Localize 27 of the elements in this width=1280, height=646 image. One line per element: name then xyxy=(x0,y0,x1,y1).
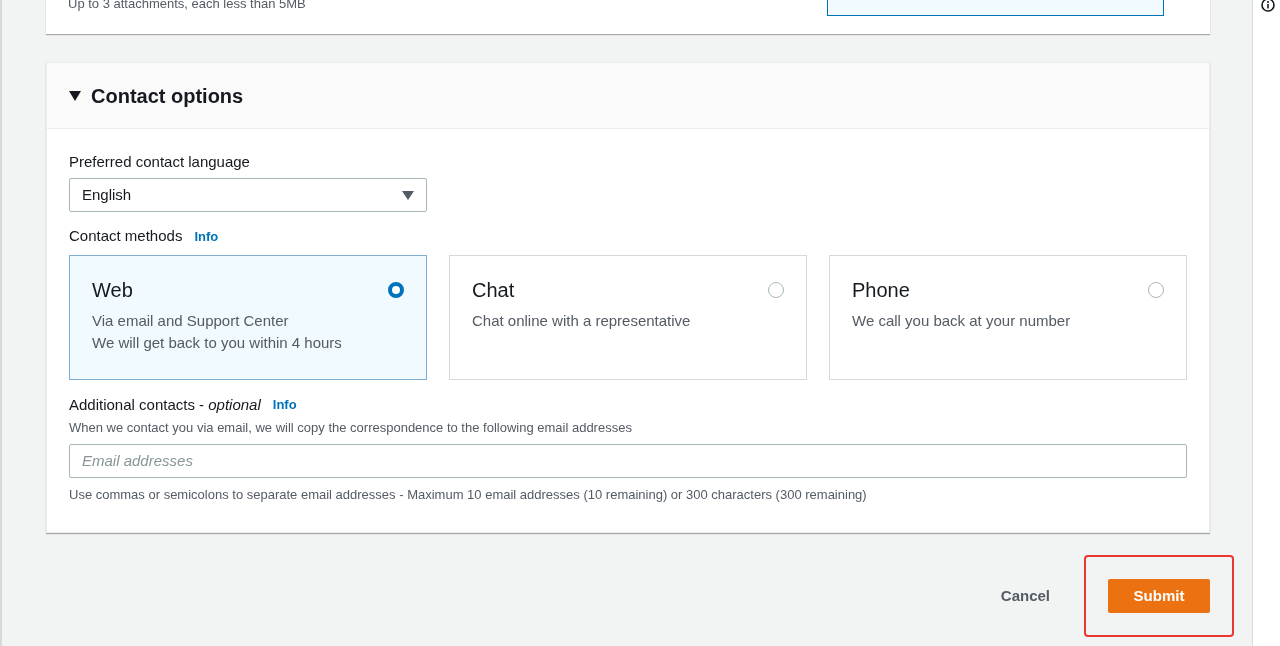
method-title: Web xyxy=(92,277,134,303)
contact-method-card[interactable]: Chat Chat online with a representative xyxy=(449,254,807,380)
contact-method-card[interactable]: Web Via email and Support Center We will get back to you within 4 hours xyxy=(69,254,427,380)
field-description: When we contact you via email, we will copy the correspondence to the following email addresses xyxy=(69,419,633,437)
collapse-toggle[interactable]: Contact options xyxy=(69,80,244,111)
caret-icon xyxy=(402,190,414,200)
upload-area[interactable] xyxy=(827,0,1164,16)
field-label: Additional contacts - optional xyxy=(69,394,261,415)
info-icon[interactable] xyxy=(1261,0,1275,12)
cancel-button[interactable]: Cancel xyxy=(1000,584,1050,608)
method-description: Via email and Support Center We will get back to you within 4 hours xyxy=(92,310,342,353)
info-link[interactable]: Info xyxy=(272,395,297,415)
method-description: We call you back at your number xyxy=(852,310,1071,331)
contact-method-card[interactable]: Phone We call you back at your number xyxy=(829,254,1187,380)
field-label: Contact methods xyxy=(69,226,183,246)
radio-button[interactable] xyxy=(388,281,404,298)
constraint-text: Use commas or semicolons to separate email addresses - Maximum 10 email addresses (10 remaining) or 300 characters (300 remaining) xyxy=(69,485,868,504)
field-label: Preferred contact language xyxy=(69,153,251,171)
info-link[interactable]: Info xyxy=(194,226,219,246)
caret-icon xyxy=(69,90,81,101)
method-title: Chat xyxy=(472,277,516,303)
language-dropdown[interactable]: English xyxy=(69,178,427,212)
radio-button[interactable] xyxy=(768,281,784,298)
radio-button[interactable] xyxy=(1148,281,1164,298)
method-title: Phone xyxy=(852,277,911,303)
email-input-field[interactable]: Email addresses xyxy=(69,443,1187,478)
method-description: Chat online with a representative xyxy=(472,310,691,331)
